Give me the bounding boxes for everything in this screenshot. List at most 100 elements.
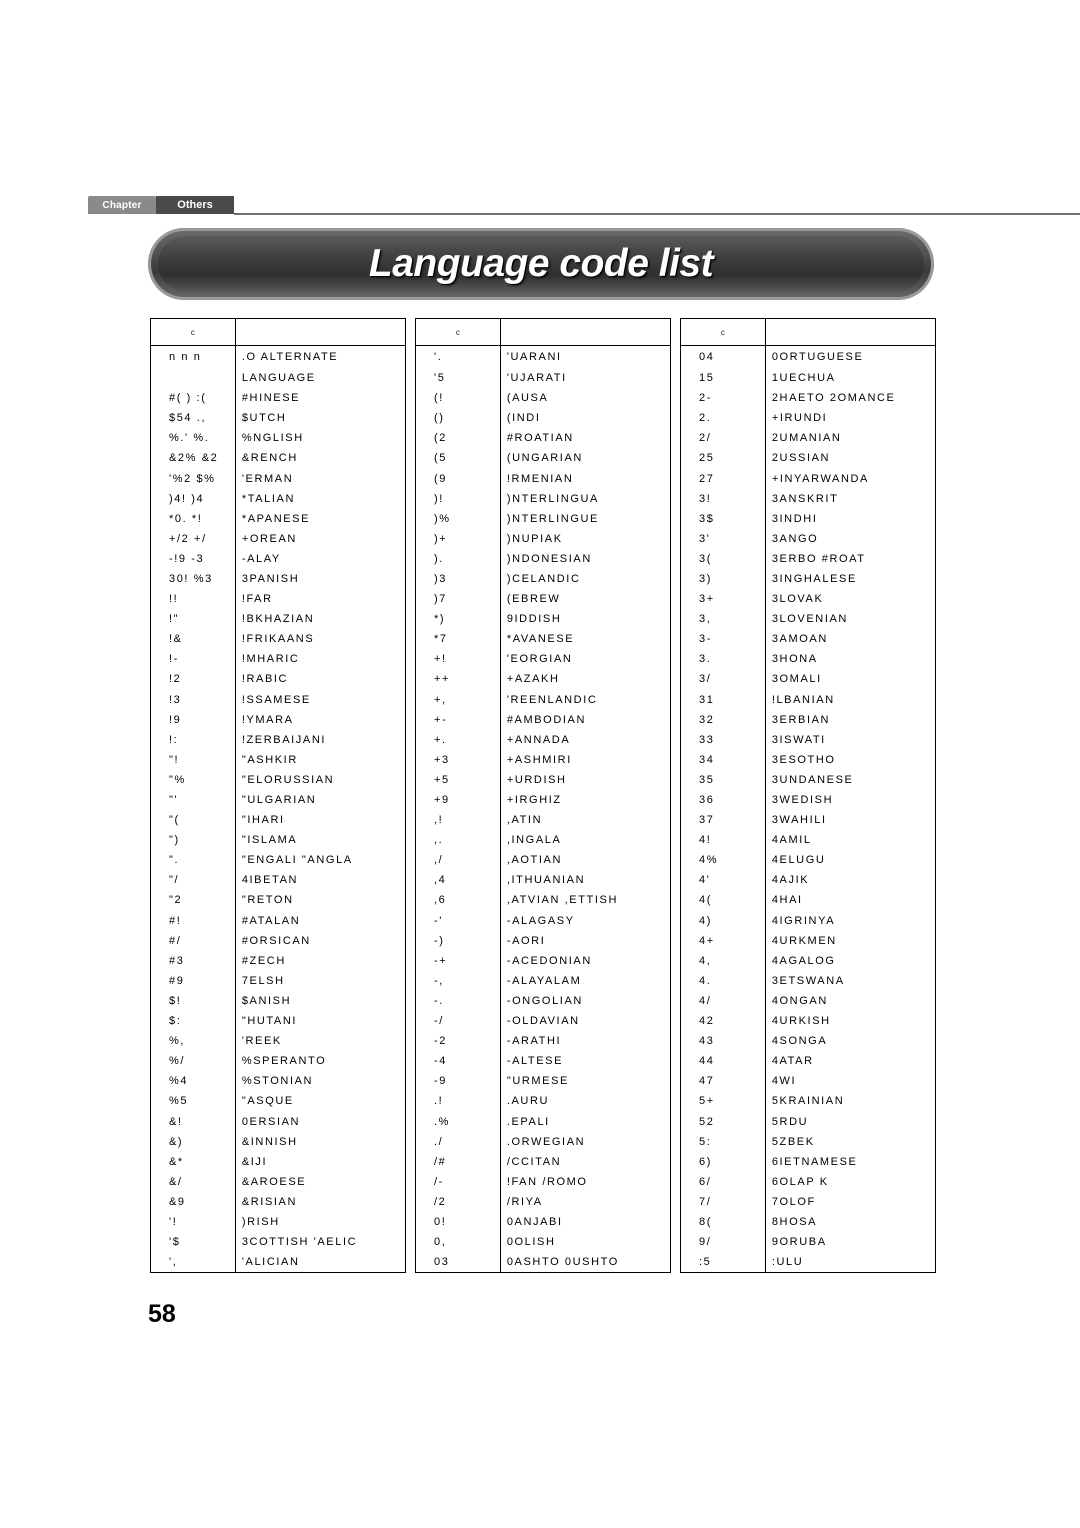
- language-cell: .EPALI: [506, 1115, 550, 1128]
- language-cell: #ATALAN: [241, 914, 301, 927]
- table-row: !2 !RABIC: [151, 669, 405, 690]
- language-cell: 2UMANIAN: [771, 432, 842, 445]
- code-cell: 4%: [681, 850, 766, 871]
- language-cell: -ACEDONIAN: [506, 954, 592, 967]
- language-cell: 3OMALI: [771, 673, 822, 686]
- table-row: #/ #ORSICAN: [151, 930, 405, 951]
- table-row: &/ &AROESE: [151, 1171, 405, 1192]
- code-cell: .%: [416, 1111, 501, 1132]
- language-cell: 3LOVAK: [771, 593, 824, 606]
- code-cell: 35: [681, 769, 766, 790]
- table-row: %/ %SPERANTO: [151, 1051, 405, 1072]
- language-cell: &IJI: [241, 1155, 268, 1168]
- table-row: 3, 3LOVENIAN: [681, 609, 935, 630]
- code-cell: -,: [416, 970, 501, 991]
- code-cell: ,4: [416, 870, 501, 891]
- code-cell: %5: [151, 1091, 236, 1112]
- table-row: () (INDI: [416, 408, 670, 429]
- code-cell: +!: [416, 649, 501, 670]
- table-row: &* &IJI: [151, 1151, 405, 1172]
- language-cell: 0ASHTO 0USHTO: [506, 1256, 619, 1269]
- language-cell: .ORWEGIAN: [506, 1135, 586, 1148]
- code-cell: (5: [416, 448, 501, 469]
- code-cell: )%: [416, 508, 501, 529]
- table-row: ". "ENGALI "ANGLA: [151, 850, 405, 871]
- table-row: $! $ANISH: [151, 990, 405, 1011]
- table-row: 3(3ERBO #ROAT: [681, 548, 935, 569]
- table-row: -' -ALAGASY: [416, 910, 670, 931]
- language-cell: #ROATIAN: [506, 432, 574, 445]
- code-cell: #( ) :(: [151, 388, 236, 409]
- code-cell: 3/: [681, 669, 766, 690]
- table-row: 3$ 3INDHI: [681, 508, 935, 529]
- code-cell: [151, 368, 236, 389]
- language-cell: 'EORGIAN: [506, 653, 573, 666]
- table-row: ,. ,INGALA: [416, 830, 670, 851]
- language-cell: ,ATVIAN ,ETTISH: [506, 894, 619, 907]
- table-row: 15 1UECHUA: [681, 368, 935, 389]
- table-row: %, 'REEK: [151, 1031, 405, 1052]
- code-cell: !&: [151, 629, 236, 650]
- language-cell: 3ETSWANA: [771, 974, 845, 987]
- language-cell: 5KRAINIAN: [771, 1095, 845, 1108]
- table-row: #9 7ELSH: [151, 970, 405, 991]
- table-row: '%2 $% 'ERMAN: [151, 468, 405, 489]
- language-cell: +AZAKH: [506, 673, 560, 686]
- chapter-divider: [234, 213, 1080, 215]
- table-row: !" !BKHAZIAN: [151, 609, 405, 630]
- code-cell: 2-: [681, 388, 766, 409]
- language-cell: .O ALTERNATE: [241, 351, 339, 363]
- language-cell: !BKHAZIAN: [241, 613, 315, 626]
- code-cell: -4: [416, 1051, 501, 1072]
- code-cell: 3-: [681, 629, 766, 650]
- table-row: 4+ 4URKMEN: [681, 930, 935, 951]
- code-table-3: c 04 0ORTUGUESE 15 1UECHUA 2- 2HAETO 2OMANCE 2.…: [680, 318, 936, 1274]
- code-cell: &): [151, 1131, 236, 1152]
- code-cell: (): [416, 408, 501, 429]
- language-cell: 3ERBO #ROAT: [771, 552, 866, 565]
- code-cell: '.: [416, 345, 501, 368]
- table-row: -+ -ACEDONIAN: [416, 950, 670, 971]
- table-row: *0. *! *APANESE: [151, 508, 405, 529]
- column-header-language: [765, 319, 935, 346]
- table-row: 4, 4AGALOG: [681, 950, 935, 971]
- table-row: +/2 +/ +OREAN: [151, 528, 405, 549]
- column-header-language: [235, 319, 405, 346]
- code-cell: &/: [151, 1171, 236, 1192]
- table-row: '$ 3COTTISH 'AELIC: [151, 1232, 405, 1253]
- code-cell: -.: [416, 990, 501, 1011]
- language-cell: 4IGRINYA: [771, 914, 836, 927]
- code-cell: 5:: [681, 1131, 766, 1152]
- language-cell: LANGUAGE: [241, 372, 316, 385]
- table-row: 5+ 5KRAINIAN: [681, 1091, 935, 1112]
- language-cell: 3WEDISH: [771, 794, 834, 807]
- code-cell: !3: [151, 689, 236, 710]
- table-row: 37 3WAHILI: [681, 810, 935, 831]
- table-row: 7/7OLOF: [681, 1191, 935, 1212]
- language-cell: 0OLISH: [506, 1236, 556, 1249]
- table-row: '5 'UJARATI: [416, 368, 670, 389]
- language-cell: 3UNDANESE: [771, 773, 854, 786]
- table-row: 9/9ORUBA: [681, 1232, 935, 1253]
- table-row: 0, 0OLISH: [416, 1232, 670, 1253]
- page-title-banner: Language code list: [148, 228, 934, 300]
- table-row: 25 2USSIAN: [681, 448, 935, 469]
- language-cell: &RENCH: [241, 452, 298, 465]
- language-cell: !FAR: [241, 593, 273, 606]
- language-cell: 3COTTISH 'AELIC: [241, 1236, 358, 1249]
- code-cell: +-: [416, 709, 501, 730]
- code-cell: 32: [681, 709, 766, 730]
- language-cell: 0ORTUGUESE: [771, 351, 864, 363]
- language-cell: 3ISWATI: [771, 733, 826, 746]
- code-cell: )!: [416, 488, 501, 509]
- code-cell: +.: [416, 729, 501, 750]
- language-cell: 4ATAR: [771, 1055, 814, 1068]
- language-cell: !SSAMESE: [241, 693, 311, 706]
- code-cell: 4): [681, 910, 766, 931]
- table-row: !: !ZERBAIJANI: [151, 729, 405, 750]
- language-cell: 'ERMAN: [241, 472, 294, 485]
- code-cell: 31: [681, 689, 766, 710]
- code-cell: 0!: [416, 1211, 501, 1233]
- language-cell: 3AMOAN: [771, 633, 828, 646]
- code-cell: ./: [416, 1131, 501, 1152]
